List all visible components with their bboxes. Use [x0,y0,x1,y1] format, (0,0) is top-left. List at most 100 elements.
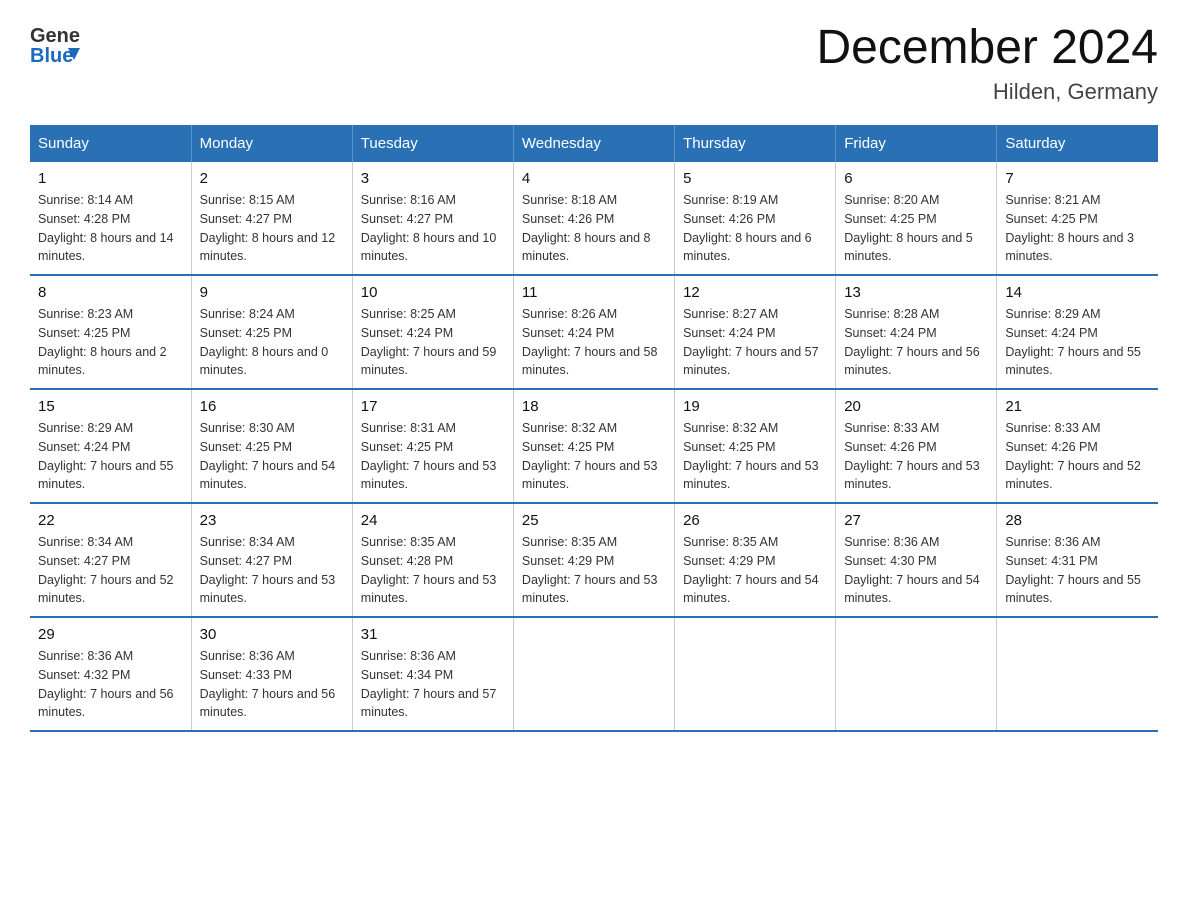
weekday-header: Sunday [30,125,191,162]
day-info: Sunrise: 8:33 AM Sunset: 4:26 PM Dayligh… [844,419,988,494]
weekday-header: Saturday [997,125,1158,162]
calendar-cell: 1 Sunrise: 8:14 AM Sunset: 4:28 PM Dayli… [30,162,191,275]
page-title: December 2024 [816,20,1158,75]
day-info: Sunrise: 8:35 AM Sunset: 4:29 PM Dayligh… [683,533,827,608]
day-number: 16 [200,398,344,415]
day-info: Sunrise: 8:20 AM Sunset: 4:25 PM Dayligh… [844,191,988,266]
calendar-cell: 11 Sunrise: 8:26 AM Sunset: 4:24 PM Dayl… [513,275,674,389]
day-number: 14 [1005,284,1150,301]
calendar-week-row: 22 Sunrise: 8:34 AM Sunset: 4:27 PM Dayl… [30,503,1158,617]
calendar-cell: 23 Sunrise: 8:34 AM Sunset: 4:27 PM Dayl… [191,503,352,617]
calendar-cell: 29 Sunrise: 8:36 AM Sunset: 4:32 PM Dayl… [30,617,191,731]
day-number: 24 [361,512,505,529]
calendar-cell: 7 Sunrise: 8:21 AM Sunset: 4:25 PM Dayli… [997,162,1158,275]
day-number: 11 [522,284,666,301]
logo-icon: General Blue [30,20,80,70]
day-info: Sunrise: 8:18 AM Sunset: 4:26 PM Dayligh… [522,191,666,266]
day-info: Sunrise: 8:34 AM Sunset: 4:27 PM Dayligh… [38,533,183,608]
day-info: Sunrise: 8:16 AM Sunset: 4:27 PM Dayligh… [361,191,505,266]
calendar-cell: 22 Sunrise: 8:34 AM Sunset: 4:27 PM Dayl… [30,503,191,617]
day-info: Sunrise: 8:25 AM Sunset: 4:24 PM Dayligh… [361,305,505,380]
calendar-cell: 12 Sunrise: 8:27 AM Sunset: 4:24 PM Dayl… [675,275,836,389]
day-info: Sunrise: 8:36 AM Sunset: 4:32 PM Dayligh… [38,647,183,722]
calendar-cell [997,617,1158,731]
day-info: Sunrise: 8:24 AM Sunset: 4:25 PM Dayligh… [200,305,344,380]
calendar-cell: 26 Sunrise: 8:35 AM Sunset: 4:29 PM Dayl… [675,503,836,617]
day-number: 18 [522,398,666,415]
calendar-cell: 6 Sunrise: 8:20 AM Sunset: 4:25 PM Dayli… [836,162,997,275]
weekday-header: Monday [191,125,352,162]
day-info: Sunrise: 8:36 AM Sunset: 4:34 PM Dayligh… [361,647,505,722]
page-subtitle: Hilden, Germany [816,79,1158,105]
calendar-cell: 31 Sunrise: 8:36 AM Sunset: 4:34 PM Dayl… [352,617,513,731]
calendar-cell: 4 Sunrise: 8:18 AM Sunset: 4:26 PM Dayli… [513,162,674,275]
day-info: Sunrise: 8:29 AM Sunset: 4:24 PM Dayligh… [38,419,183,494]
calendar-cell: 5 Sunrise: 8:19 AM Sunset: 4:26 PM Dayli… [675,162,836,275]
day-number: 25 [522,512,666,529]
calendar-cell: 13 Sunrise: 8:28 AM Sunset: 4:24 PM Dayl… [836,275,997,389]
day-info: Sunrise: 8:31 AM Sunset: 4:25 PM Dayligh… [361,419,505,494]
logo: General Blue [30,20,84,70]
day-number: 6 [844,170,988,187]
day-number: 20 [844,398,988,415]
day-number: 15 [38,398,183,415]
calendar-cell: 3 Sunrise: 8:16 AM Sunset: 4:27 PM Dayli… [352,162,513,275]
calendar-week-row: 8 Sunrise: 8:23 AM Sunset: 4:25 PM Dayli… [30,275,1158,389]
day-info: Sunrise: 8:28 AM Sunset: 4:24 PM Dayligh… [844,305,988,380]
calendar-cell: 18 Sunrise: 8:32 AM Sunset: 4:25 PM Dayl… [513,389,674,503]
day-number: 22 [38,512,183,529]
calendar-cell: 2 Sunrise: 8:15 AM Sunset: 4:27 PM Dayli… [191,162,352,275]
title-block: December 2024 Hilden, Germany [816,20,1158,105]
page-header: General Blue December 2024 Hilden, Germa… [30,20,1158,105]
day-number: 10 [361,284,505,301]
calendar-cell: 25 Sunrise: 8:35 AM Sunset: 4:29 PM Dayl… [513,503,674,617]
calendar-cell: 17 Sunrise: 8:31 AM Sunset: 4:25 PM Dayl… [352,389,513,503]
calendar-week-row: 29 Sunrise: 8:36 AM Sunset: 4:32 PM Dayl… [30,617,1158,731]
svg-text:General: General [30,25,80,47]
day-info: Sunrise: 8:35 AM Sunset: 4:29 PM Dayligh… [522,533,666,608]
day-info: Sunrise: 8:21 AM Sunset: 4:25 PM Dayligh… [1005,191,1150,266]
day-number: 26 [683,512,827,529]
day-number: 5 [683,170,827,187]
calendar-cell: 19 Sunrise: 8:32 AM Sunset: 4:25 PM Dayl… [675,389,836,503]
calendar-cell: 15 Sunrise: 8:29 AM Sunset: 4:24 PM Dayl… [30,389,191,503]
day-info: Sunrise: 8:30 AM Sunset: 4:25 PM Dayligh… [200,419,344,494]
day-info: Sunrise: 8:35 AM Sunset: 4:28 PM Dayligh… [361,533,505,608]
day-number: 21 [1005,398,1150,415]
calendar-cell: 10 Sunrise: 8:25 AM Sunset: 4:24 PM Dayl… [352,275,513,389]
day-info: Sunrise: 8:36 AM Sunset: 4:33 PM Dayligh… [200,647,344,722]
day-number: 8 [38,284,183,301]
calendar-cell: 28 Sunrise: 8:36 AM Sunset: 4:31 PM Dayl… [997,503,1158,617]
calendar-table: SundayMondayTuesdayWednesdayThursdayFrid… [30,125,1158,732]
calendar-cell [675,617,836,731]
calendar-cell [836,617,997,731]
calendar-cell: 9 Sunrise: 8:24 AM Sunset: 4:25 PM Dayli… [191,275,352,389]
calendar-cell: 21 Sunrise: 8:33 AM Sunset: 4:26 PM Dayl… [997,389,1158,503]
calendar-cell: 27 Sunrise: 8:36 AM Sunset: 4:30 PM Dayl… [836,503,997,617]
day-info: Sunrise: 8:19 AM Sunset: 4:26 PM Dayligh… [683,191,827,266]
day-number: 4 [522,170,666,187]
weekday-header: Tuesday [352,125,513,162]
day-number: 2 [200,170,344,187]
calendar-cell: 24 Sunrise: 8:35 AM Sunset: 4:28 PM Dayl… [352,503,513,617]
day-number: 9 [200,284,344,301]
day-info: Sunrise: 8:27 AM Sunset: 4:24 PM Dayligh… [683,305,827,380]
calendar-cell: 20 Sunrise: 8:33 AM Sunset: 4:26 PM Dayl… [836,389,997,503]
day-number: 29 [38,626,183,643]
day-info: Sunrise: 8:23 AM Sunset: 4:25 PM Dayligh… [38,305,183,380]
weekday-header: Friday [836,125,997,162]
day-number: 7 [1005,170,1150,187]
day-number: 17 [361,398,505,415]
calendar-cell: 14 Sunrise: 8:29 AM Sunset: 4:24 PM Dayl… [997,275,1158,389]
day-number: 1 [38,170,183,187]
day-info: Sunrise: 8:33 AM Sunset: 4:26 PM Dayligh… [1005,419,1150,494]
calendar-week-row: 15 Sunrise: 8:29 AM Sunset: 4:24 PM Dayl… [30,389,1158,503]
day-number: 3 [361,170,505,187]
weekday-header: Wednesday [513,125,674,162]
day-info: Sunrise: 8:34 AM Sunset: 4:27 PM Dayligh… [200,533,344,608]
weekday-header-row: SundayMondayTuesdayWednesdayThursdayFrid… [30,125,1158,162]
day-number: 19 [683,398,827,415]
calendar-cell: 16 Sunrise: 8:30 AM Sunset: 4:25 PM Dayl… [191,389,352,503]
day-number: 28 [1005,512,1150,529]
day-info: Sunrise: 8:15 AM Sunset: 4:27 PM Dayligh… [200,191,344,266]
